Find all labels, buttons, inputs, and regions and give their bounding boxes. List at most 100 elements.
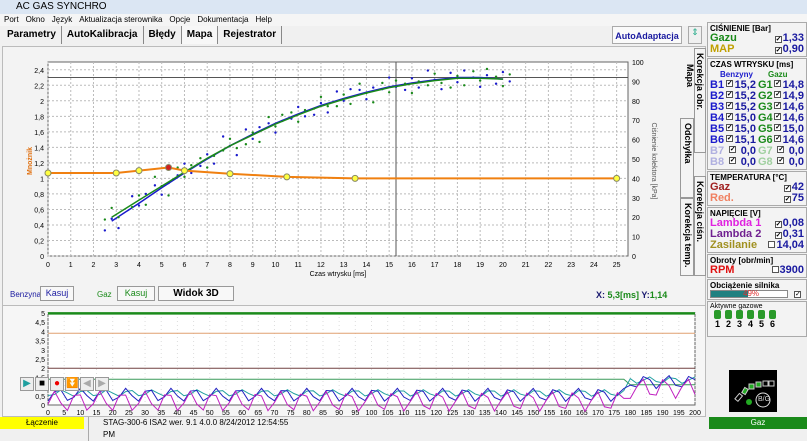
device-info: STAG-300-6 ISA2 wer. 9.1 4.0.0 8/24/2012… (88, 417, 293, 441)
side-tab-korekcja-temp[interactable]: Korekcja temp. (680, 198, 694, 276)
temp-gaz-checkbox[interactable]: ✓ (783, 185, 791, 192)
injector-label: B8 (710, 156, 725, 168)
menu-jezyk[interactable]: Język (52, 15, 72, 24)
data-point (387, 76, 391, 79)
load-bar: 49% (710, 289, 788, 298)
autoadaptacja-button[interactable]: AutoAdaptacja (612, 26, 682, 44)
injector-checkbox[interactable]: ✓ (774, 80, 782, 87)
tab-parametry[interactable]: Parametry (2, 26, 62, 44)
injector-checkbox[interactable]: ✓ (725, 135, 733, 142)
data-point (449, 86, 452, 89)
injector-checkbox[interactable]: ✓ (774, 91, 782, 98)
tab-mapa[interactable]: Mapa (181, 26, 219, 44)
injector-checkbox[interactable]: ✓ (777, 146, 785, 153)
load-value: 49% (743, 289, 760, 298)
load-checkbox[interactable]: ✓ (794, 290, 801, 298)
data-point (153, 175, 157, 179)
menu-port[interactable]: Port (4, 15, 19, 24)
menu-okno[interactable]: Okno (26, 15, 45, 24)
injector-icon (758, 310, 765, 319)
next-icon[interactable]: ▶ (95, 377, 109, 391)
prev-icon[interactable]: ◀ (80, 377, 94, 391)
multiplier-point (165, 164, 173, 172)
injector-checkbox[interactable]: ✓ (774, 135, 782, 142)
plot-area (47, 61, 629, 257)
widok-3d-button[interactable]: Widok 3D (158, 286, 234, 301)
map-checkbox[interactable]: ✓ (774, 47, 782, 54)
tab-rejestrator[interactable]: Rejestrator (218, 26, 283, 44)
injector-number: 3 (736, 319, 742, 329)
lambda2-checkbox[interactable]: ✓ (774, 232, 782, 239)
menu-opcje[interactable]: Opcje (169, 15, 190, 24)
injector-checkbox[interactable]: ✓ (725, 102, 733, 109)
kasuj-gaz-button[interactable]: Kasuj (117, 286, 155, 301)
y2-tick-label: 80 (632, 99, 640, 106)
y-tick-label: 3,5 (35, 339, 45, 346)
y-axis-label: Mnożnik (27, 147, 34, 175)
injector-checkbox[interactable]: ✓ (774, 113, 782, 120)
injector-checkbox[interactable]: ✓ (725, 91, 733, 98)
data-point (403, 82, 407, 85)
injector-checkbox[interactable]: ✓ (728, 157, 736, 164)
gaz-label: Gaz (97, 290, 112, 299)
recorder-chart[interactable]: 0 5 10 15 20 25 30 35 40 45 50 55 60 65 70 75 80 85 90 95 10… (0, 305, 705, 417)
lambda1-checkbox[interactable]: ✓ (774, 221, 782, 228)
record-icon[interactable]: ● (50, 377, 64, 391)
tab-autokalibracja[interactable]: AutoKalibracja (62, 26, 144, 44)
gazu-checkbox[interactable]: ✓ (774, 36, 782, 43)
x-tick-label: 115 (414, 410, 425, 417)
x-tick-label: 2 (92, 262, 96, 269)
map-chart[interactable]: 0 1 2 3 4 5 6 7 8 9 10 11 12 13 14 15 16 17 18 19 20 21 22 23 24… (0, 46, 680, 286)
injector-checkbox[interactable]: ✓ (777, 157, 785, 164)
menu-dokumentacja[interactable]: Dokumentacja (197, 15, 248, 24)
data-point (365, 98, 368, 101)
side-tab-korekcja-obr[interactable]: Korekcja obr. (694, 48, 706, 153)
data-point (456, 74, 459, 78)
injector-icon-button[interactable]: ⇕ (688, 26, 702, 44)
x-tick-label: 35 (157, 410, 165, 417)
data-point (190, 164, 193, 167)
side-tab-odchylka[interactable]: Odchyłka (680, 118, 694, 198)
tab-bledy[interactable]: Błędy (144, 26, 182, 44)
x-tick-label: 75 (287, 410, 295, 417)
menu-help[interactable]: Help (255, 15, 271, 24)
y2-tick-label: 30 (632, 196, 640, 203)
x-tick-label: 25 (613, 262, 621, 269)
injector-checkbox[interactable]: ✓ (725, 124, 733, 131)
x-tick-label: 80 (303, 410, 311, 417)
x-tick-label: 6 (183, 262, 187, 269)
kasuj-benzyna-button[interactable]: Kasuj (40, 286, 74, 301)
aktywne-box: Aktywne gazowe 123456 (707, 301, 807, 337)
cisnienie-box: CIŚNIENIE [Bar] Gazu ✓1,33 MAP ✓0,90 (707, 22, 807, 57)
x-tick-label: 85 (319, 410, 327, 417)
side-tab-korekcja-cisn[interactable]: Korekcja ciśn. (694, 176, 706, 276)
data-point (326, 105, 329, 108)
play-icon[interactable]: ▶ (20, 377, 34, 391)
fuel-status: Gaz (709, 417, 807, 429)
x-tick-label: 9 (251, 262, 255, 269)
temp-red-checkbox[interactable]: ✓ (783, 196, 791, 203)
eject-icon[interactable]: ⏬ (65, 377, 79, 391)
menu-aktualizacja[interactable]: Aktualizacja sterownika (79, 15, 162, 24)
x-tick-label: 120 (430, 410, 442, 417)
injector-checkbox[interactable]: ✓ (725, 113, 733, 120)
side-tab-mapa[interactable]: Mapa (681, 60, 695, 120)
data-point (335, 90, 339, 93)
injector-checkbox[interactable]: ✓ (774, 124, 782, 131)
y-tick-label: 2,2 (34, 83, 44, 90)
injector-checkbox[interactable]: ✓ (728, 146, 736, 153)
czas-wtrysku-box: CZAS WTRYSKU [ms] Benzyny Gazu B1 ✓ 15,2 G1 ✓… (707, 58, 807, 170)
injector-checkbox[interactable]: ✓ (774, 102, 782, 109)
data-point (110, 206, 113, 210)
data-point (417, 86, 420, 89)
data-point (472, 70, 475, 73)
data-point (463, 69, 466, 72)
data-point (221, 135, 225, 138)
y-tick-label: 0,5 (35, 394, 45, 401)
rpm-checkbox[interactable] (771, 266, 779, 273)
stop-icon[interactable]: ■ (35, 377, 49, 391)
injector-checkbox[interactable]: ✓ (725, 80, 733, 87)
switch-indicator[interactable]: B/G (729, 370, 777, 412)
zasilanie-checkbox[interactable] (768, 241, 776, 248)
data-point (267, 122, 270, 125)
